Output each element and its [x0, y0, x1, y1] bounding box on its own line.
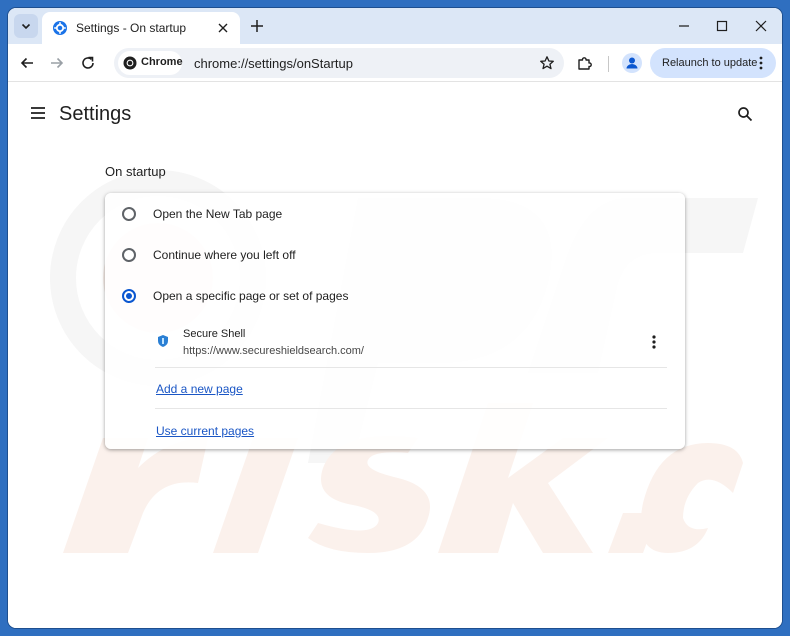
- more-vert-icon[interactable]: [758, 56, 764, 70]
- use-current-pages-link[interactable]: Use current pages: [156, 424, 254, 438]
- radio-button-checked[interactable]: [122, 289, 136, 303]
- settings-gear-icon: [53, 21, 67, 35]
- site-info-chip[interactable]: Chrome: [118, 51, 183, 75]
- profile-icon[interactable]: [622, 53, 642, 73]
- tab-strip: Settings - On startup: [8, 8, 782, 44]
- maximize-icon[interactable]: [714, 18, 730, 34]
- reload-icon[interactable]: [79, 54, 97, 72]
- option-label: Open the New Tab page: [153, 207, 283, 221]
- tab-search-button[interactable]: [14, 14, 38, 38]
- more-vert-icon[interactable]: [650, 334, 658, 350]
- person-icon: [626, 57, 638, 69]
- extensions-icon[interactable]: [576, 54, 594, 72]
- address-bar[interactable]: Chrome chrome://settings/onStartup: [114, 48, 564, 78]
- option-new-tab[interactable]: Open the New Tab page: [105, 193, 685, 233]
- startup-page-entry: Secure Shell https://www.secureshieldsea…: [105, 321, 685, 367]
- chrome-logo-icon: [123, 56, 137, 70]
- option-label: Continue where you left off: [153, 248, 296, 262]
- search-icon[interactable]: [737, 106, 753, 122]
- close-window-icon[interactable]: [753, 18, 769, 34]
- plus-icon[interactable]: [248, 17, 266, 35]
- tab-search-icon: [21, 23, 31, 30]
- option-specific-pages[interactable]: Open a specific page or set of pages: [105, 275, 685, 315]
- divider: [155, 408, 667, 409]
- settings-page: Settings On startup Open the New Tab pag…: [8, 83, 782, 628]
- page-title: Settings: [59, 103, 132, 125]
- close-icon[interactable]: [216, 21, 230, 35]
- toolbar-divider: [608, 56, 609, 72]
- tab-title: Settings - On startup: [76, 21, 187, 35]
- minimize-icon[interactable]: [676, 18, 692, 34]
- chip-label: Chrome: [141, 56, 183, 68]
- tab-settings[interactable]: Settings - On startup: [42, 12, 240, 44]
- add-new-page-link[interactable]: Add a new page: [156, 382, 243, 396]
- relaunch-button[interactable]: Relaunch to update: [650, 48, 776, 78]
- browser-toolbar: Chrome chrome://settings/onStartup Relau…: [8, 44, 782, 82]
- option-label: Open a specific page or set of pages: [153, 289, 349, 303]
- back-icon[interactable]: [18, 54, 36, 72]
- forward-icon[interactable]: [48, 54, 66, 72]
- shield-icon: [158, 335, 168, 347]
- star-icon[interactable]: [539, 55, 555, 71]
- option-continue[interactable]: Continue where you left off: [105, 234, 685, 274]
- section-title: On startup: [105, 164, 166, 179]
- startup-page-name: Secure Shell: [183, 328, 246, 340]
- url-text[interactable]: chrome://settings/onStartup: [194, 56, 353, 71]
- relaunch-label: Relaunch to update: [662, 57, 758, 69]
- hamburger-menu-icon[interactable]: [30, 106, 46, 120]
- browser-window: Settings - On startup Chrome chrome://se…: [8, 8, 782, 628]
- radio-button[interactable]: [122, 207, 136, 221]
- divider: [155, 367, 667, 368]
- radio-button[interactable]: [122, 248, 136, 262]
- startup-page-url: https://www.secureshieldsearch.com/: [183, 345, 364, 357]
- startup-options-card: Open the New Tab page Continue where you…: [105, 193, 685, 449]
